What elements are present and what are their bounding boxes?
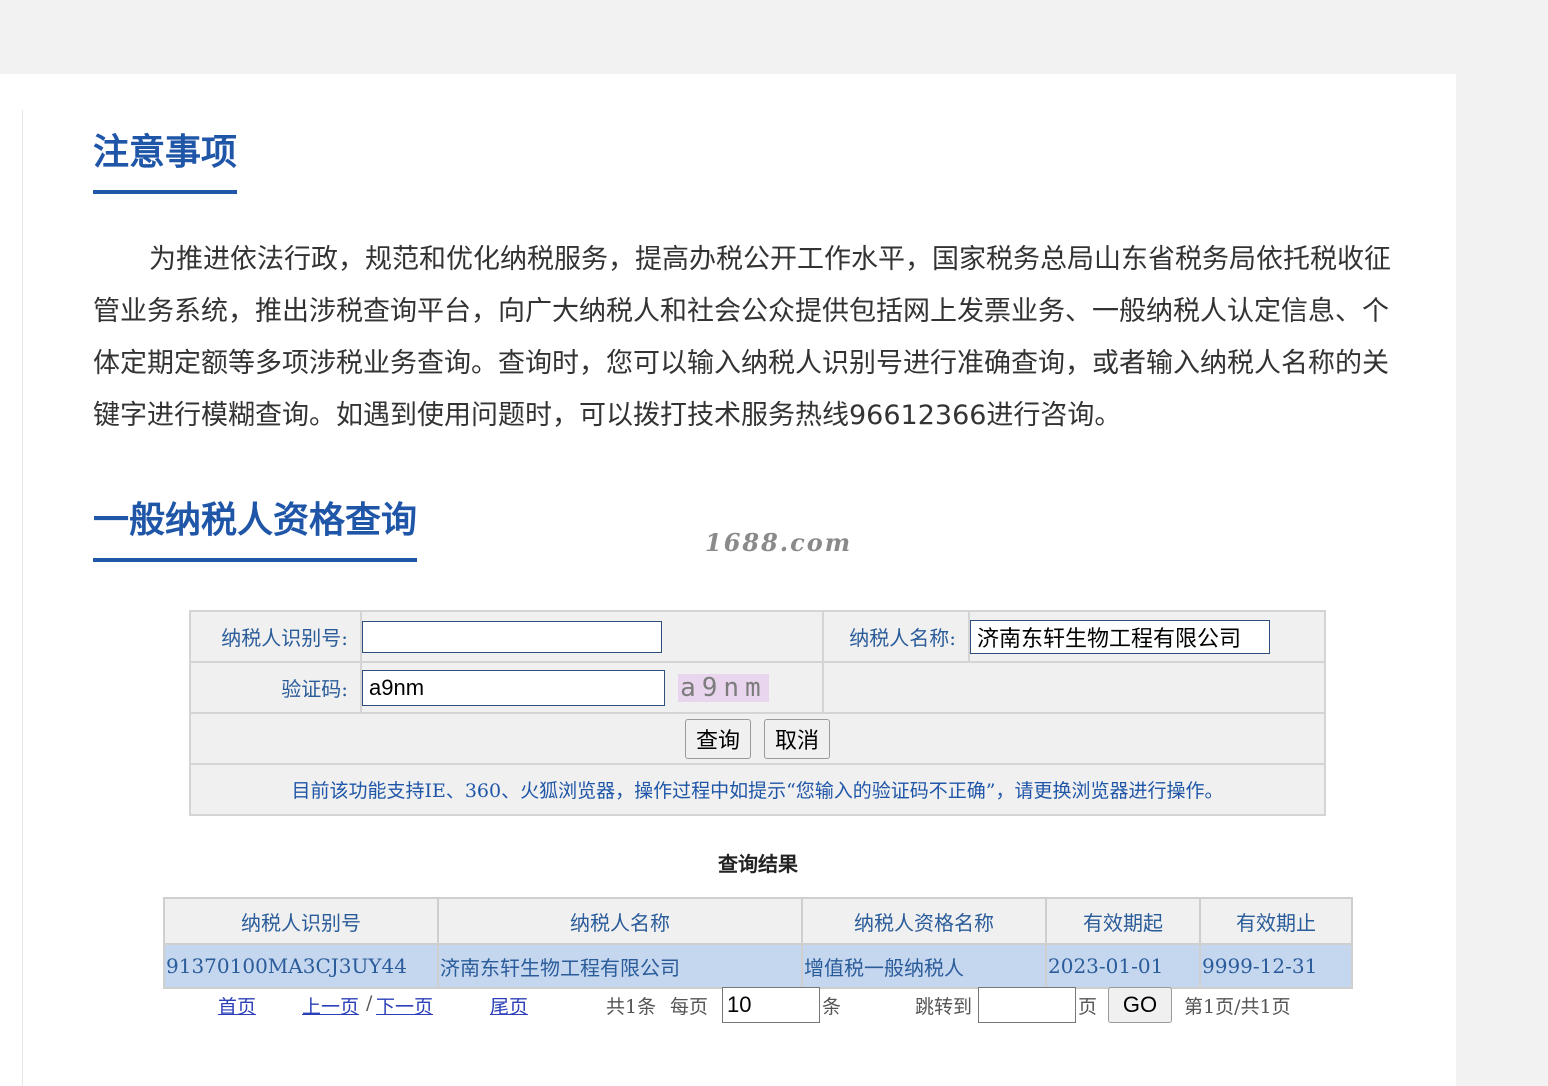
cell-valid-from: 2023-01-01 [1045, 943, 1201, 989]
captcha-image[interactable]: a9nm [678, 673, 769, 702]
jump-page-input[interactable] [978, 987, 1076, 1023]
cancel-button[interactable]: 取消 [764, 718, 831, 759]
pager-separator: / [366, 992, 373, 1014]
taxpayer-name-input[interactable] [970, 619, 1270, 654]
page-status: 第1页/共1页 [1184, 996, 1291, 1018]
cell-valid-to: 9999-12-31 [1199, 943, 1353, 989]
browser-tip: 目前该功能支持IE、360、火狐浏览器，操作过程中如提示“您输入的验证码不正确”… [189, 763, 1326, 816]
notice-paragraph: 为推进依法行政，规范和优化纳税服务，提高办税公开工作水平，国家税务总局山东省税务… [93, 244, 1391, 431]
taxpayer-id-cell [360, 610, 824, 663]
taxpayer-name-cell [968, 610, 1326, 663]
query-heading: 一般纳税人资格查询 [93, 498, 418, 562]
search-button[interactable]: 查询 [684, 718, 751, 759]
cell-taxpayer-name: 济南东轩生物工程有限公司 [437, 943, 803, 989]
page-unit: 页 [1078, 996, 1098, 1018]
divider [22, 110, 23, 1086]
col-header-qualification: 纳税人资格名称 [801, 897, 1047, 945]
notice-heading: 注意事项 [93, 130, 238, 194]
last-page-link[interactable]: 尾页 [490, 992, 528, 1019]
watermark: 1688.com [705, 528, 853, 557]
results-table: 纳税人识别号 纳税人名称 纳税人资格名称 有效期起 有效期止 91370100M… [163, 897, 1353, 989]
taxpayer-id-label: 纳税人识别号: [189, 610, 362, 663]
per-page-input[interactable] [722, 987, 820, 1023]
cell-qualification: 增值税一般纳税人 [801, 943, 1047, 989]
prev-page-link[interactable]: 上一页 [302, 992, 359, 1019]
col-header-valid-from: 有效期起 [1045, 897, 1201, 945]
results-title: 查询结果 [718, 852, 798, 876]
col-header-taxpayer-id: 纳税人识别号 [163, 897, 439, 945]
col-header-taxpayer-name: 纳税人名称 [437, 897, 803, 945]
empty-cell [822, 661, 1326, 714]
captcha-cell: a9nm [360, 661, 824, 714]
jump-label: 跳转到 [915, 996, 973, 1018]
per-page-unit: 条 [822, 996, 842, 1018]
per-page-label: 每页 [670, 996, 709, 1018]
first-page-link[interactable]: 首页 [218, 992, 256, 1019]
table-row: 91370100MA3CJ3UY44 济南东轩生物工程有限公司 增值税一般纳税人… [163, 943, 1353, 989]
table-header-row: 纳税人识别号 纳税人名称 纳税人资格名称 有效期起 有效期止 [163, 897, 1353, 945]
next-page-link[interactable]: 下一页 [376, 992, 433, 1019]
cell-taxpayer-id: 91370100MA3CJ3UY44 [163, 943, 439, 989]
taxpayer-id-input[interactable] [362, 620, 662, 653]
button-row: 查询 取消 [189, 712, 1326, 765]
go-button[interactable]: GO [1108, 987, 1172, 1023]
col-header-valid-to: 有效期止 [1199, 897, 1353, 945]
query-form: 纳税人识别号: 纳税人名称: 验证码: a9nm 查询 取消 目前该功能支持IE… [189, 610, 1326, 816]
captcha-input[interactable] [362, 669, 665, 706]
taxpayer-name-label: 纳税人名称: [822, 610, 970, 663]
total-count: 共1条 [606, 996, 657, 1018]
pagination: 首页 上一页 / 下一页 尾页 共1条 每页 条 跳转到 页 GO 第1页/共1… [0, 986, 1548, 1026]
captcha-label: 验证码: [189, 661, 362, 714]
